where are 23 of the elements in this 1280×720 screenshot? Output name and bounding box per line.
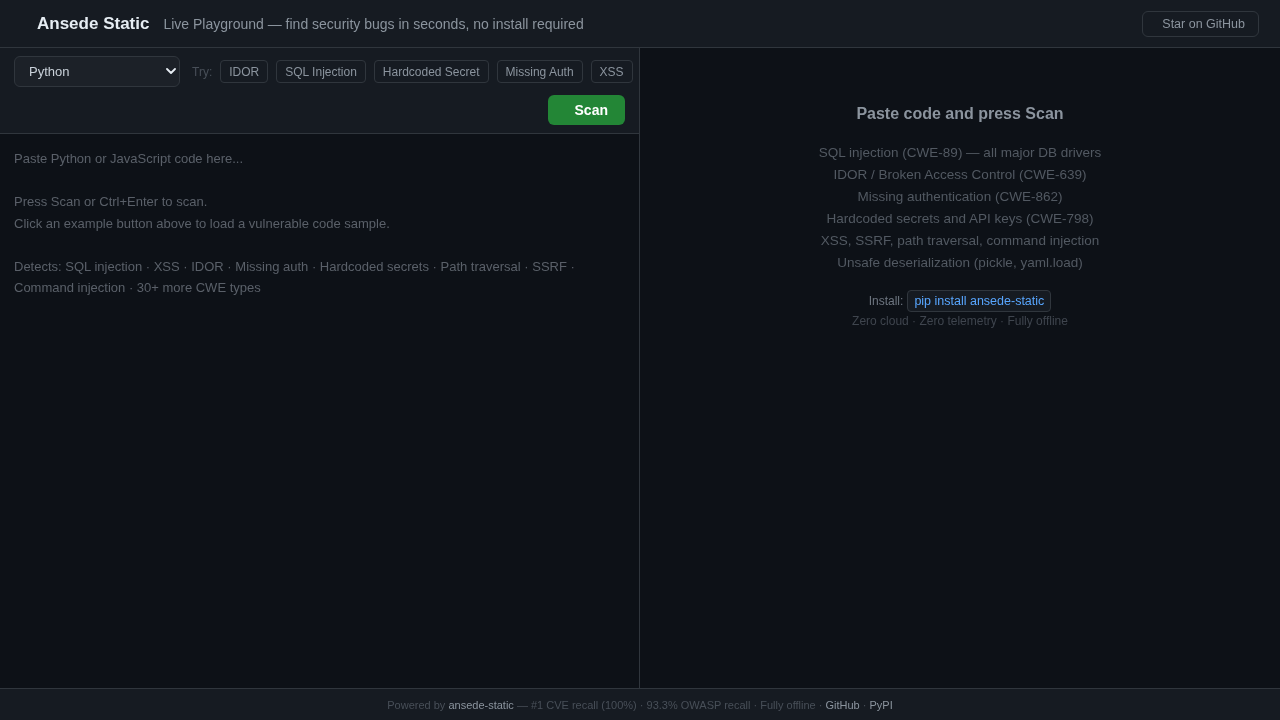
app-subtitle: Live Playground — find security bugs in seconds, no install required xyxy=(163,15,584,32)
example-button[interactable]: Hardcoded Secret xyxy=(373,60,489,83)
install-label: Install: xyxy=(868,294,904,308)
install-command: pip install ansede-static xyxy=(907,290,1052,312)
app-title: Ansede Static xyxy=(37,13,150,34)
example-button[interactable]: XSS xyxy=(590,60,633,83)
footer-link[interactable]: PyPI xyxy=(869,698,893,711)
chevron-down-icon xyxy=(166,68,176,74)
feature-line: Missing authentication (CWE-862) xyxy=(857,188,1063,206)
feature-line: XSS, SSRF, path traversal, command injection xyxy=(820,232,1100,250)
feature-line: Unsafe deserialization (pickle, yaml.load) xyxy=(837,254,1083,272)
results-heading: Paste code and press Scan xyxy=(856,104,1064,124)
feature-line: SQL injection (CWE-89) — all major DB drivers xyxy=(818,144,1102,162)
language-select[interactable]: Python xyxy=(14,56,180,87)
star-on-github-button[interactable]: Star on GitHub xyxy=(1142,10,1259,37)
footer-link[interactable]: GitHub xyxy=(825,698,860,711)
example-button[interactable]: SQL Injection xyxy=(276,60,366,83)
scan-button[interactable]: Scan xyxy=(547,95,625,125)
feature-line: Hardcoded secrets and API keys (CWE-798) xyxy=(826,210,1094,228)
footer-link[interactable]: ansede-static xyxy=(448,698,514,711)
example-button[interactable]: Missing Auth xyxy=(496,60,583,83)
feature-line: IDOR / Broken Access Control (CWE-639) xyxy=(833,166,1087,184)
example-button[interactable]: IDOR xyxy=(220,60,269,83)
